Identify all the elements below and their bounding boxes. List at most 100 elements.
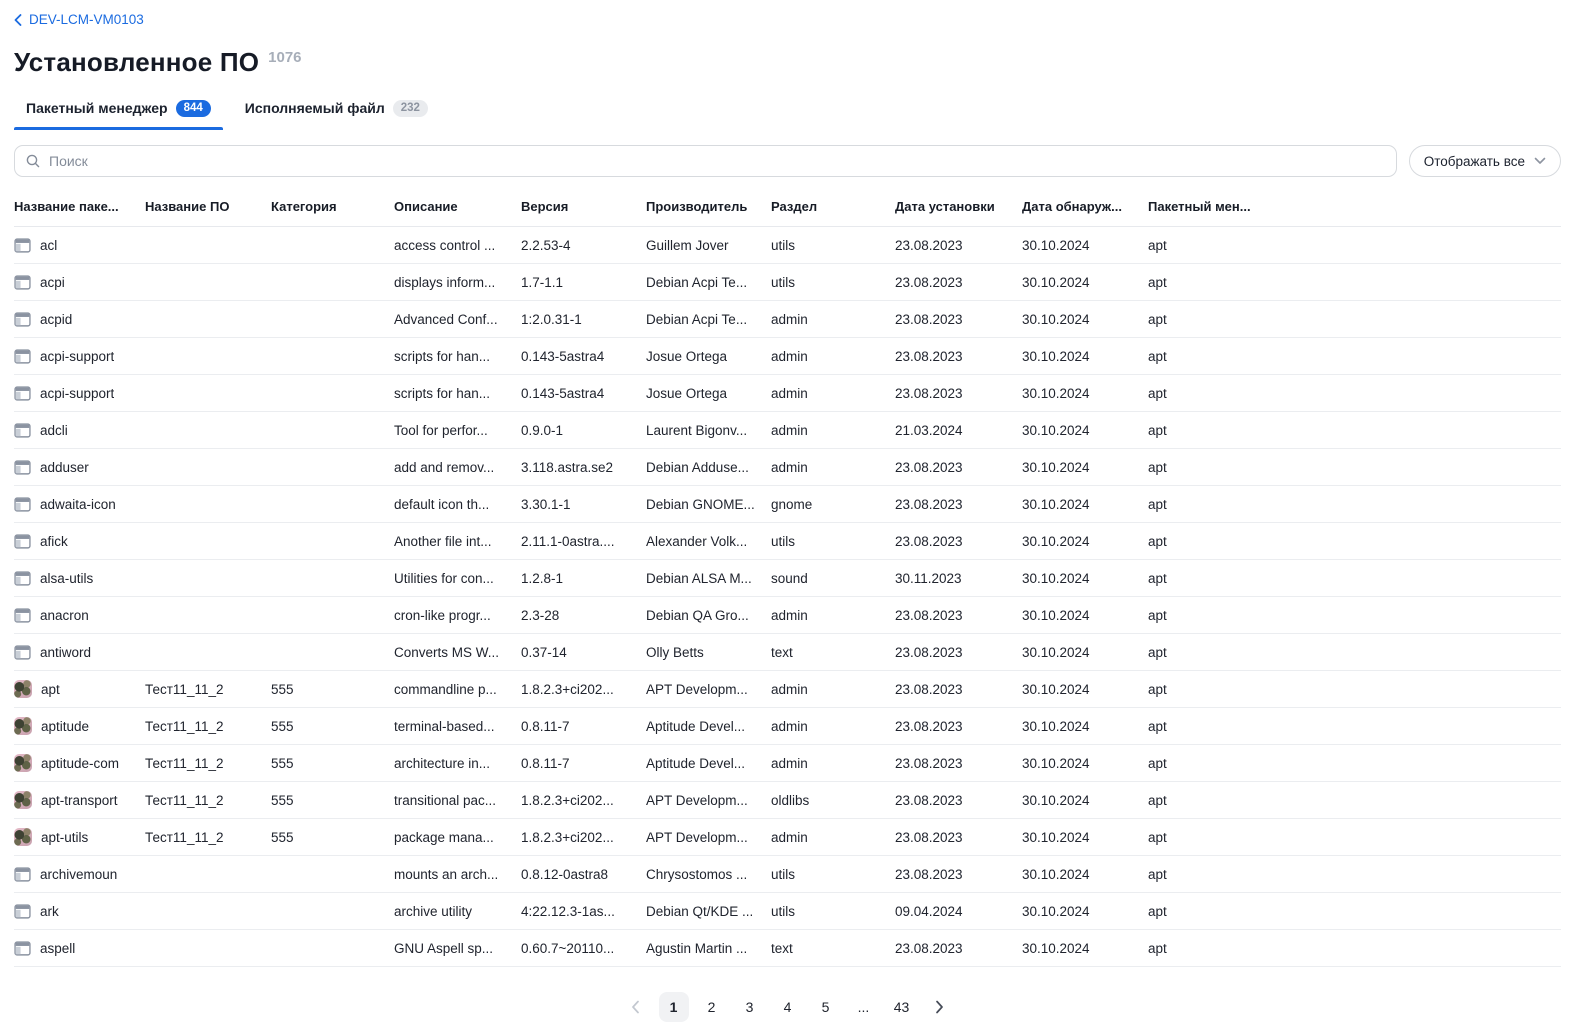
- column-header-9[interactable]: Дата обнаруж...: [1022, 197, 1148, 227]
- cell-section: admin: [771, 708, 895, 745]
- cell-section: admin: [771, 671, 895, 708]
- column-header-10[interactable]: Пакетный мен...: [1148, 197, 1561, 227]
- toolbar: Отображать все: [14, 145, 1561, 177]
- pagination-page-2[interactable]: 2: [697, 992, 727, 1022]
- column-header-1[interactable]: Название паке...: [14, 197, 145, 227]
- cell-vendor: Debian ALSA M...: [646, 560, 771, 597]
- table-row[interactable]: aptitudeТест11_11_2555terminal-based...0…: [14, 708, 1561, 745]
- cell-description: archive utility: [394, 893, 521, 930]
- cell-version: 1.2.8-1: [521, 560, 646, 597]
- breadcrumb-back-link[interactable]: DEV-LCM-VM0103: [14, 12, 144, 27]
- package-name-cell: adduser: [14, 449, 133, 485]
- package-name-cell: apt-utils: [14, 819, 133, 855]
- column-header-7[interactable]: Раздел: [771, 197, 895, 227]
- package-name: ark: [40, 904, 59, 919]
- cell-vendor: Agustin Martin ...: [646, 930, 771, 967]
- tab-executable-file[interactable]: Исполняемый файл 232: [233, 94, 440, 131]
- table-row[interactable]: antiwordConverts MS W...0.37-14Olly Bett…: [14, 634, 1561, 671]
- cell-discovered: 30.10.2024: [1022, 634, 1148, 671]
- package-window-icon: [14, 237, 31, 254]
- package-window-icon: [14, 607, 31, 624]
- package-name: archivemoun: [40, 867, 117, 882]
- page-title: Установленное ПО: [14, 47, 259, 78]
- table-row[interactable]: alsa-utilsUtilities for con...1.2.8-1Deb…: [14, 560, 1561, 597]
- cell-section: utils: [771, 227, 895, 264]
- column-header-4[interactable]: Описание: [394, 197, 521, 227]
- cell-description: scripts for han...: [394, 338, 521, 375]
- table-row[interactable]: adwaita-icondefault icon th...3.30.1-1De…: [14, 486, 1561, 523]
- table-row[interactable]: afickAnother file int...2.11.1-0astra...…: [14, 523, 1561, 560]
- table-row[interactable]: aspellGNU Aspell sp...0.60.7~20110...Agu…: [14, 930, 1561, 967]
- cell-vendor: Debian QA Gro...: [646, 597, 771, 634]
- column-header-3[interactable]: Категория: [271, 197, 394, 227]
- table-row[interactable]: adcliTool for perfor...0.9.0-1Laurent Bi…: [14, 412, 1561, 449]
- cell-description: terminal-based...: [394, 708, 521, 745]
- cell-description: Utilities for con...: [394, 560, 521, 597]
- table-row[interactable]: archivemounmounts an arch...0.8.12-0astr…: [14, 856, 1561, 893]
- cell-version: 4:22.12.3-1as...: [521, 893, 646, 930]
- cell-manager: apt: [1148, 227, 1561, 264]
- cell-description: Tool for perfor...: [394, 412, 521, 449]
- table-row[interactable]: arkarchive utility4:22.12.3-1as...Debian…: [14, 893, 1561, 930]
- pagination-prev-button[interactable]: [621, 992, 651, 1022]
- cell-vendor: APT Developm...: [646, 782, 771, 819]
- table-row[interactable]: acpi-supportscripts for han...0.143-5ast…: [14, 338, 1561, 375]
- cell-installed: 23.08.2023: [895, 301, 1022, 338]
- cell-installed: 23.08.2023: [895, 856, 1022, 893]
- display-filter-dropdown[interactable]: Отображать все: [1409, 145, 1561, 177]
- cell-version: 1:2.0.31-1: [521, 301, 646, 338]
- tab-label: Исполняемый файл: [245, 100, 385, 116]
- cell-software: [145, 560, 271, 597]
- package-name-cell: archivemoun: [14, 856, 133, 892]
- table-row[interactable]: aclaccess control ...2.2.53-4Guillem Jov…: [14, 227, 1561, 264]
- pagination-next-button[interactable]: [925, 992, 955, 1022]
- search-box[interactable]: [14, 145, 1397, 177]
- package-name-cell: acpi: [14, 264, 133, 300]
- cell-vendor: Debian GNOME...: [646, 486, 771, 523]
- table-row[interactable]: acpi-supportscripts for han...0.143-5ast…: [14, 375, 1561, 412]
- column-header-8[interactable]: Дата установки: [895, 197, 1022, 227]
- column-header-5[interactable]: Версия: [521, 197, 646, 227]
- table-row[interactable]: apt-utilsТест11_11_2555package mana...1.…: [14, 819, 1561, 856]
- cell-version: 0.60.7~20110...: [521, 930, 646, 967]
- pagination-page-4[interactable]: 4: [773, 992, 803, 1022]
- table-row[interactable]: adduseradd and remov...3.118.astra.se2De…: [14, 449, 1561, 486]
- cell-manager: apt: [1148, 412, 1561, 449]
- pagination-page-1[interactable]: 1: [659, 992, 689, 1022]
- cell-discovered: 30.10.2024: [1022, 560, 1148, 597]
- cell-category: [271, 486, 394, 523]
- package-name-cell: anacron: [14, 597, 133, 633]
- cell-description: commandline p...: [394, 671, 521, 708]
- cell-installed: 23.08.2023: [895, 338, 1022, 375]
- cell-version: 1.8.2.3+ci202...: [521, 782, 646, 819]
- cell-software: [145, 375, 271, 412]
- cell-software: [145, 264, 271, 301]
- column-header-6[interactable]: Производитель: [646, 197, 771, 227]
- table-row[interactable]: anacroncron-like progr...2.3-28Debian QA…: [14, 597, 1561, 634]
- cell-manager: apt: [1148, 375, 1561, 412]
- cell-version: 3.118.astra.se2: [521, 449, 646, 486]
- cell-description: default icon th...: [394, 486, 521, 523]
- package-window-icon: [14, 348, 31, 365]
- pagination-page-3[interactable]: 3: [735, 992, 765, 1022]
- table-row[interactable]: aptitude-comТест11_11_2555architecture i…: [14, 745, 1561, 782]
- pagination-page-43[interactable]: 43: [887, 992, 917, 1022]
- tab-package-manager[interactable]: Пакетный менеджер 844: [14, 94, 223, 131]
- cell-discovered: 30.10.2024: [1022, 449, 1148, 486]
- cell-software: Тест11_11_2: [145, 671, 271, 708]
- cell-manager: apt: [1148, 745, 1561, 782]
- filter-label: Отображать все: [1424, 154, 1525, 169]
- table-row[interactable]: aptТест11_11_2555commandline p...1.8.2.3…: [14, 671, 1561, 708]
- search-input[interactable]: [49, 153, 1386, 169]
- cell-vendor: Debian Acpi Te...: [646, 301, 771, 338]
- table-row[interactable]: acpidisplays inform...1.7-1.1Debian Acpi…: [14, 264, 1561, 301]
- title-row: Установленное ПО 1076: [14, 47, 1561, 78]
- package-window-icon: [14, 903, 31, 920]
- column-header-2[interactable]: Название ПО: [145, 197, 271, 227]
- cell-software: [145, 930, 271, 967]
- cell-section: gnome: [771, 486, 895, 523]
- pagination-page-5[interactable]: 5: [811, 992, 841, 1022]
- cell-version: 0.8.12-0astra8: [521, 856, 646, 893]
- table-row[interactable]: acpidAdvanced Conf...1:2.0.31-1Debian Ac…: [14, 301, 1561, 338]
- table-row[interactable]: apt-transportТест11_11_2555transitional …: [14, 782, 1561, 819]
